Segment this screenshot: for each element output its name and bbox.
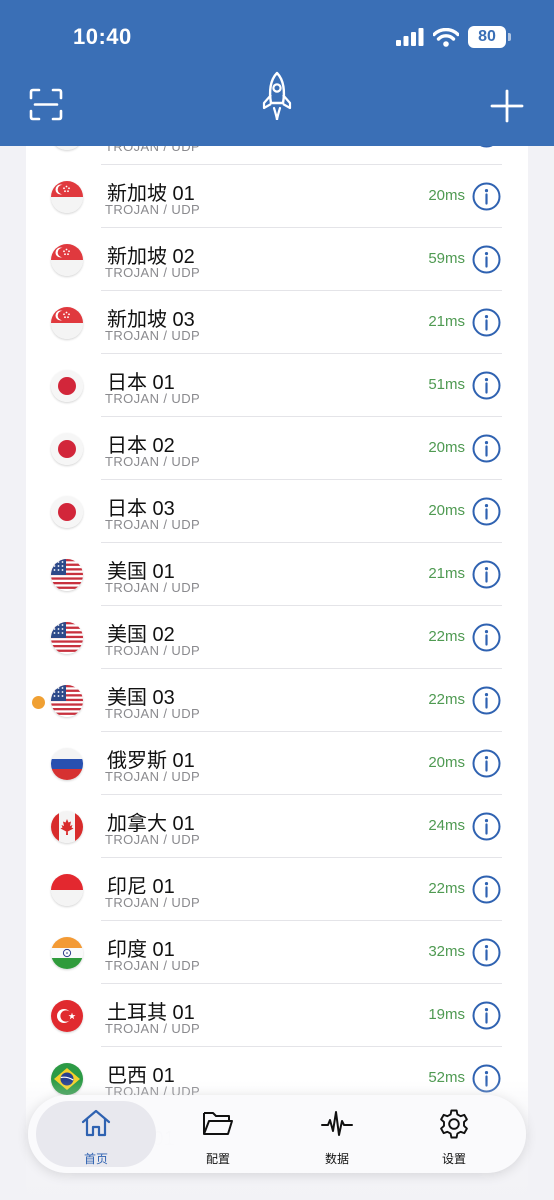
server-latency: 24ms [428, 817, 465, 834]
server-protocol: TROJAN / UDP [105, 454, 201, 469]
info-icon[interactable] [472, 686, 501, 715]
tab-settings-label: 设置 [441, 1152, 466, 1166]
server-row[interactable]: 加拿大 01 TROJAN / UDP 24ms [26, 795, 528, 858]
server-protocol: TROJAN / UDP [105, 706, 201, 721]
server-protocol: TROJAN / UDP [105, 958, 201, 973]
server-latency: 22ms [428, 691, 465, 708]
tab-home-label: 首页 [83, 1152, 108, 1166]
activity-icon [321, 1111, 353, 1136]
server-latency: 51ms [428, 376, 465, 393]
server-protocol: TROJAN / UDP [105, 643, 201, 658]
server-protocol: TROJAN / UDP [105, 832, 201, 847]
status-time: 10:40 [73, 24, 132, 49]
server-protocol: TROJAN / UDP [105, 265, 201, 280]
server-protocol: TROJAN / UDP [105, 769, 201, 784]
flag-sg-icon [51, 307, 83, 339]
info-icon[interactable] [472, 371, 501, 400]
info-icon[interactable] [472, 812, 501, 841]
home-icon [81, 1109, 111, 1137]
flag-sg-icon [51, 181, 83, 213]
server-row[interactable]: 印尼 01 TROJAN / UDP 22ms [26, 858, 528, 921]
server-protocol: TROJAN / UDP [105, 517, 201, 532]
scan-button[interactable] [29, 88, 63, 126]
server-latency: 21ms [428, 313, 465, 330]
info-icon[interactable] [472, 623, 501, 652]
flag-jp-icon [51, 496, 83, 528]
flag-jp-icon [51, 433, 83, 465]
server-row[interactable]: 印度 01 TROJAN / UDP 32ms [26, 921, 528, 984]
server-protocol: TROJAN / UDP [105, 328, 201, 343]
server-list: TROJAN / UDP 新加坡 01 TROJAN / UDP 20ms 新加坡 0… [26, 100, 528, 1200]
flag-ca-icon [51, 811, 83, 843]
flag-jp-icon [51, 370, 83, 402]
gear-icon [440, 1109, 468, 1139]
server-row[interactable]: 新加坡 01 TROJAN / UDP 20ms [26, 165, 528, 228]
info-icon[interactable] [472, 560, 501, 589]
server-row[interactable]: 美国 01 TROJAN / UDP 21ms [26, 543, 528, 606]
server-protocol: TROJAN / UDP [105, 202, 201, 217]
tab-data-label: 数据 [324, 1152, 349, 1166]
tab-home[interactable]: 首页 [36, 1101, 156, 1167]
info-icon[interactable] [472, 938, 501, 967]
info-icon[interactable] [472, 182, 501, 211]
server-protocol: TROJAN / UDP [105, 1021, 201, 1036]
server-latency: 22ms [428, 628, 465, 645]
server-protocol: TROJAN / UDP [105, 580, 201, 595]
tab-settings[interactable]: 设置 [394, 1101, 514, 1167]
info-icon[interactable] [472, 245, 501, 274]
server-protocol: TROJAN / UDP [105, 895, 201, 910]
tab-config-label: 配置 [205, 1152, 230, 1166]
server-latency: 59ms [428, 250, 465, 267]
tab-data[interactable]: 数据 [277, 1101, 397, 1167]
status-icons: 80 [396, 26, 511, 48]
selected-indicator [32, 696, 45, 709]
server-latency: 22ms [428, 880, 465, 897]
server-latency: 20ms [428, 502, 465, 519]
info-icon[interactable] [472, 1001, 501, 1030]
battery-level: 80 [478, 28, 496, 45]
info-icon[interactable] [472, 434, 501, 463]
server-protocol: TROJAN / UDP [105, 391, 201, 406]
info-icon[interactable] [472, 497, 501, 526]
server-latency: 20ms [428, 187, 465, 204]
flag-ru-icon [51, 748, 83, 780]
folder-icon [203, 1112, 233, 1135]
server-latency: 32ms [428, 943, 465, 960]
server-row[interactable]: 美国 02 TROJAN / UDP 22ms [26, 606, 528, 669]
info-icon[interactable] [472, 875, 501, 904]
info-icon[interactable] [472, 308, 501, 337]
flag-tr-icon [51, 1000, 83, 1032]
tab-bar: 首页 配置 数据 设置 [28, 1095, 526, 1173]
add-button[interactable] [490, 89, 524, 128]
server-row[interactable]: 新加坡 02 TROJAN / UDP 59ms [26, 228, 528, 291]
flag-in-icon [51, 937, 83, 969]
app-header: 10:40 80 [0, 0, 554, 146]
wifi-icon [433, 27, 459, 47]
tab-config[interactable]: 配置 [158, 1101, 278, 1167]
server-row[interactable]: 新加坡 03 TROJAN / UDP 21ms [26, 291, 528, 354]
server-row[interactable]: 日本 03 TROJAN / UDP 20ms [26, 480, 528, 543]
server-latency: 20ms [428, 439, 465, 456]
server-row[interactable]: 土耳其 01 TROJAN / UDP 19ms [26, 984, 528, 1047]
plus-icon [490, 89, 524, 123]
server-row[interactable]: 美国 03 TROJAN / UDP 22ms [26, 669, 528, 732]
flag-us-icon [51, 559, 83, 591]
server-latency: 19ms [428, 1006, 465, 1023]
flag-sg-icon [51, 244, 83, 276]
rocket-icon [262, 71, 292, 121]
flag-us-icon [51, 622, 83, 654]
signal-icon [396, 28, 424, 46]
app-logo [260, 70, 294, 129]
flag-us-icon [51, 685, 83, 717]
server-row[interactable]: 日本 02 TROJAN / UDP 20ms [26, 417, 528, 480]
battery-indicator: 80 [468, 26, 511, 48]
server-latency: 20ms [428, 754, 465, 771]
server-latency: 21ms [428, 565, 465, 582]
server-row[interactable]: 日本 01 TROJAN / UDP 51ms [26, 354, 528, 417]
server-row[interactable]: 俄罗斯 01 TROJAN / UDP 20ms [26, 732, 528, 795]
scan-icon [29, 88, 63, 121]
info-icon[interactable] [472, 749, 501, 778]
flag-id-icon [51, 874, 83, 906]
